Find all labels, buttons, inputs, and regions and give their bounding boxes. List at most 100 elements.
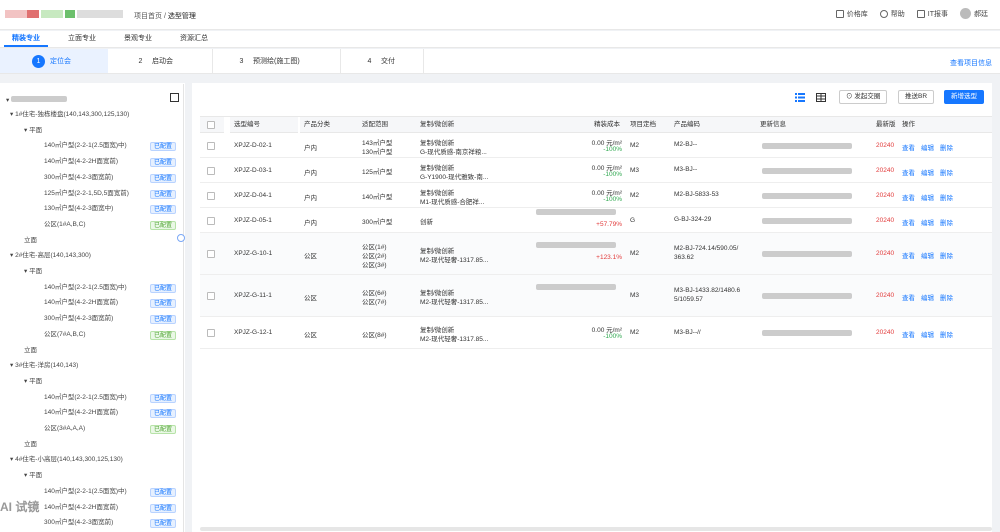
view-project-info-link[interactable]: 查看项目信息 [950,58,992,68]
select-all-checkbox[interactable] [207,121,215,129]
view-button[interactable]: 查看 [902,195,915,202]
tree-node[interactable]: 立面 [24,346,37,356]
tree-node[interactable]: ▾ 4#住宅-小高层(140,143,300,125,130) [10,455,123,465]
help-link[interactable]: 帮助 [879,9,905,19]
collapse-toggle-icon[interactable] [177,234,185,242]
push-br-button[interactable]: 推送BR [898,90,935,104]
list-view-icon[interactable] [795,93,805,102]
it-report-label: IT报事 [927,10,948,18]
view-button[interactable]: 查看 [902,145,915,152]
tab-facade[interactable]: 立面专业 [60,31,104,47]
table-row[interactable]: XPJZ-D-05-1 户内 300㎡户型 创新 +57.79% G G-BJ-324-29… [200,208,992,233]
tree-node[interactable]: ▾ 2#住宅-高层(140,143,300) [10,251,91,261]
tree-node-label: 140㎡户型(4-2-2H面宽前) [44,299,119,307]
edit-button[interactable]: 编辑 [921,170,934,177]
table-row[interactable]: XPJZ-D-03-1 户内 125㎡户型 复制/微创新 G-Y1900-现代雅致-南.… [200,158,992,183]
tree-node[interactable]: 300㎡户型(4-2-3面宽前) [44,173,113,183]
tree-node[interactable]: 140㎡户型(4-2-2H面宽前) [44,503,118,513]
tree-root[interactable]: ▾ [6,96,68,106]
row-checkbox[interactable] [207,141,215,150]
row-checkbox[interactable] [207,166,215,175]
horizontal-scrollbar[interactable] [200,527,992,531]
column-header[interactable]: 精装成本 [506,117,626,133]
tree-node[interactable]: ▾ 1#住宅-独栋楼盘(140,143,300,125,130) [10,110,129,120]
tree-node[interactable]: 130㎡户型(4-2-3面宽中) [44,204,113,214]
tree-node[interactable]: 140㎡户型(2-2-1(2.5面宽)中) [44,487,127,497]
add-selection-button[interactable]: 新增选型 [944,90,984,104]
tree-node[interactable]: 公区(7#A,B,C) [44,330,86,340]
step-kickoff[interactable]: 2 启动会 [110,49,210,73]
initiate-review-button[interactable]: ⊙ 发起交圈 [839,90,888,104]
row-checkbox[interactable] [207,250,215,258]
delete-button[interactable]: 删除 [940,170,953,177]
column-header[interactable]: 适配范围 [358,117,416,133]
tab-resources[interactable]: 资源汇总 [172,31,216,47]
view-button[interactable]: 查看 [902,253,915,260]
tree-node[interactable]: 140㎡户型(4-2-2H面宽前) [44,157,118,167]
column-header[interactable]: 产品分类 [300,117,358,133]
delete-button[interactable]: 删除 [940,145,953,152]
tree-node[interactable]: 125㎡户型(2-2-1,5D,5面宽前) [44,189,129,199]
column-header[interactable]: 最新版 [872,117,898,133]
tree-node[interactable]: 公区(3#A,A,A) [44,424,85,434]
table-row[interactable]: XPJZ-D-04-1 户内 140㎡户型 复制/微创新 M1-现代质感-合肥祥... 0… [200,183,992,208]
delete-button[interactable]: 删除 [940,220,953,227]
table-row[interactable]: XPJZ-G-11-1 公区 公区(6#) 公区(7#) 复制/微创新 M2-现代轻奢-1… [200,275,992,317]
column-header[interactable]: 选型编号 [230,117,298,133]
user-menu[interactable]: 郝廷 [960,8,988,19]
step-construction-drawing[interactable]: 3 预测绘(施工图) [212,49,332,73]
delete-button[interactable]: 删除 [940,295,953,302]
tree-node[interactable]: ▾ 平面 [24,126,42,136]
tree-node[interactable]: 140㎡户型(4-2-2H面宽前) [44,298,118,308]
breadcrumb-home[interactable]: 项目首页 [134,13,162,20]
row-checkbox[interactable] [207,216,215,225]
tree-node[interactable]: ▾ 平面 [24,377,42,387]
tree-node[interactable]: 立面 [24,236,37,246]
tree-node[interactable]: 立面 [24,440,37,450]
view-button[interactable]: 查看 [902,220,915,227]
price-library-link[interactable]: 价格库 [835,9,868,19]
tab-fitout[interactable]: 精装专业 [4,31,48,47]
column-header[interactable]: 产品编码 [670,117,756,133]
edit-icon[interactable] [170,93,179,102]
view-button[interactable]: 查看 [902,170,915,177]
column-header[interactable]: 更新信息 [756,117,872,133]
edit-button[interactable]: 编辑 [921,220,934,227]
view-button[interactable]: 查看 [902,332,915,339]
tree-node[interactable]: 140㎡户型(2-2-1(2.5面宽)中) [44,141,127,151]
tree-node[interactable]: ▾ 平面 [24,267,42,277]
column-header[interactable]: 操作 [898,117,992,133]
edit-button[interactable]: 编辑 [921,145,934,152]
row-checkbox[interactable] [207,292,215,300]
delete-button[interactable]: 删除 [940,195,953,202]
tree-node[interactable]: ▾ 平面 [24,471,42,481]
table-row[interactable]: XPJZ-G-10-1 公区 公区(1#) 公区(2#) 公区(3#) 复制/微创新 M2-… [200,233,992,275]
column-header[interactable]: 项目定档 [626,117,670,133]
edit-button[interactable]: 编辑 [921,295,934,302]
view-button[interactable]: 查看 [902,295,915,302]
tree-node[interactable]: 300㎡户型(4-2-3面宽前) [44,314,113,324]
tree-node[interactable]: 300㎡户型(4-2-3面宽前) [44,518,113,528]
delete-button[interactable]: 删除 [940,332,953,339]
tab-landscape[interactable]: 景观专业 [116,31,160,47]
tree-node[interactable]: 140㎡户型(2-2-1(2.5面宽)中) [44,393,127,403]
edit-button[interactable]: 编辑 [921,253,934,260]
it-report-link[interactable]: IT报事 [916,9,948,19]
tree-node[interactable]: 140㎡户型(4-2-2H面宽前) [44,408,118,418]
tree-node[interactable]: 公区(1#A,B,C) [44,220,86,230]
step-positioning[interactable]: 1 定位会 [0,49,108,73]
edit-button[interactable]: 编辑 [921,195,934,202]
table-row[interactable]: XPJZ-G-12-1 公区 公区(8#) 复制/微创新 M2-现代轻奢-1317.85… [200,317,992,349]
table-row[interactable]: XPJZ-D-02-1 户内 143㎡户型 130㎡户型 复制/微创新 G-现代质感-南京… [200,133,992,158]
row-checkbox[interactable] [207,329,215,337]
row-checkbox[interactable] [207,191,215,200]
panel-divider[interactable] [183,84,184,532]
tree-node[interactable]: 140㎡户型(2-2-1(2.5面宽)中) [44,283,127,293]
config-status-tag: 已配置 [150,330,177,340]
delete-button[interactable]: 删除 [940,253,953,260]
grid-view-icon[interactable] [816,93,826,102]
step-delivery[interactable]: 4 交付 [340,49,424,73]
tree-node[interactable]: ▾ 3#住宅-洋房(140,143) [10,361,78,371]
column-header[interactable]: 复制/微创新 [416,117,506,133]
edit-button[interactable]: 编辑 [921,332,934,339]
